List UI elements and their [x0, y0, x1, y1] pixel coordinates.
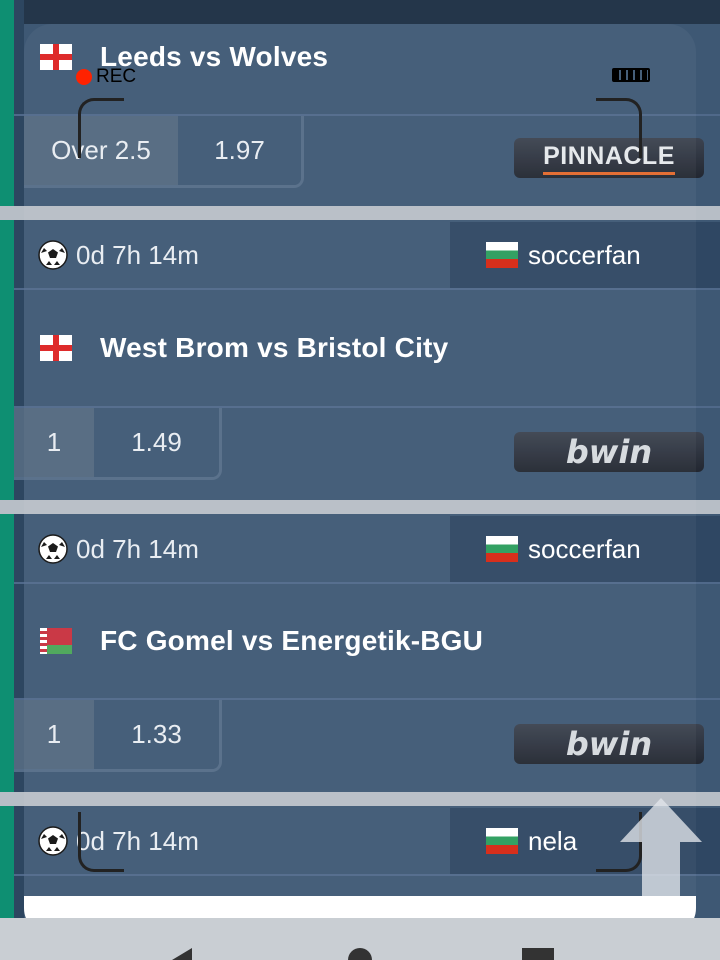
- match-row[interactable]: West Brom vs Bristol City: [14, 290, 720, 406]
- tipster-name: nela: [528, 825, 578, 856]
- sidebar-edge[interactable]: [0, 0, 14, 918]
- tipster-cell[interactable]: soccerfan: [450, 516, 720, 582]
- bet-pick: 1: [14, 700, 94, 769]
- bet-pick: 1: [14, 408, 94, 477]
- bookmaker-logo[interactable]: bwin: [514, 432, 704, 472]
- frame-corner-icon: [596, 98, 642, 158]
- separator: [0, 206, 720, 220]
- soccer-ball-icon: [38, 826, 68, 856]
- bulgaria-flag-icon: [486, 242, 518, 268]
- record-dot-icon: [76, 69, 92, 85]
- tipster-cell[interactable]: soccerfan: [450, 222, 720, 288]
- tipster-name: soccerfan: [528, 533, 641, 564]
- match-row[interactable]: FC Gomel vs Energetik-BGU: [14, 584, 720, 698]
- soccer-ball-icon: [38, 534, 68, 564]
- odds-box[interactable]: 1 1.33: [14, 700, 222, 772]
- bet-odds: 1.97: [178, 116, 301, 185]
- battery-icon: [612, 68, 650, 82]
- recents-button-icon[interactable]: [522, 948, 554, 960]
- odds-box[interactable]: Over 2.5 1.97: [24, 116, 304, 188]
- separator: [0, 500, 720, 514]
- odds-box[interactable]: 1 1.49: [14, 408, 222, 480]
- match-title: West Brom vs Bristol City: [100, 332, 449, 363]
- time-left-text: 0d 7h 14m: [76, 533, 199, 564]
- recording-indicator: REC: [76, 66, 136, 88]
- tip-meta-row: 0d 7h 14m soccerfan: [14, 222, 720, 288]
- status-strip: [0, 0, 720, 24]
- bet-odds: 1.49: [94, 408, 219, 477]
- bulgaria-flag-icon: [486, 536, 518, 562]
- frame-corner-icon: [78, 812, 124, 872]
- tip-meta-row: 0d 7h 14m soccerfan: [14, 516, 720, 582]
- bulgaria-flag-icon: [486, 828, 518, 854]
- frame-corner-icon: [78, 98, 124, 158]
- bet-odds: 1.33: [94, 700, 219, 769]
- belarus-flag-icon: [40, 628, 72, 654]
- tipster-name: soccerfan: [528, 239, 641, 270]
- bookmaker-name: bwin: [565, 433, 653, 471]
- arrow-up-icon[interactable]: [618, 796, 704, 900]
- match-title: FC Gomel vs Energetik-BGU: [100, 625, 484, 656]
- time-left-text: 0d 7h 14m: [76, 239, 199, 270]
- rec-label: REC: [96, 66, 137, 87]
- bookmaker-name: bwin: [565, 725, 653, 763]
- bookmaker-logo[interactable]: bwin: [514, 724, 704, 764]
- separator: [0, 792, 720, 806]
- england-flag-icon: [40, 335, 72, 361]
- england-flag-icon: [40, 44, 72, 70]
- divider: [14, 874, 720, 876]
- soccer-ball-icon: [38, 240, 68, 270]
